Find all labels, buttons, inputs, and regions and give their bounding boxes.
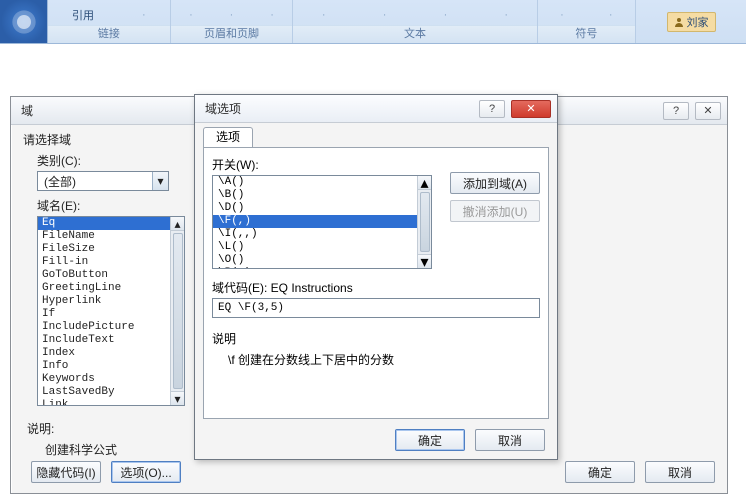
switches-scrollbar[interactable]: ▴ ▾ — [417, 176, 431, 268]
fieldname-scrollbar[interactable]: ▴ ▾ — [170, 217, 184, 405]
fieldcode-label: 域代码(E): EQ Instructions — [212, 279, 540, 296]
undo-add-button: 撤消添加(U) — [450, 200, 540, 222]
fieldname-item[interactable]: FileSize — [38, 243, 170, 256]
add-to-field-button[interactable]: 添加到域(A) — [450, 172, 540, 194]
ribbon-group-label: 文本 — [293, 25, 536, 43]
switch-item[interactable]: \B() — [213, 189, 417, 202]
fieldname-item[interactable]: GoToButton — [38, 269, 170, 282]
fieldname-item[interactable]: If — [38, 308, 170, 321]
ribbon-placeholder: · — [504, 9, 508, 21]
ok-button[interactable]: 确定 — [565, 461, 635, 483]
ribbon-group-headerfooter: · · · 页眉和页脚 — [171, 0, 294, 43]
scroll-down-arrow[interactable]: ▾ — [418, 254, 431, 268]
user-name: 刘家 — [687, 14, 709, 30]
ribbon-user: 刘家 — [636, 0, 746, 43]
fieldname-item[interactable]: Eq — [38, 217, 170, 230]
close-button[interactable]: ✕ — [695, 102, 721, 120]
category-value: (全部) — [38, 173, 152, 190]
scroll-down-arrow[interactable]: ▾ — [171, 391, 184, 405]
fieldname-item[interactable]: Keywords — [38, 373, 170, 386]
fieldname-item[interactable]: FileName — [38, 230, 170, 243]
switch-item[interactable]: \R(,) — [213, 267, 417, 269]
ribbon-group-label: 页眉和页脚 — [171, 25, 293, 43]
close-icon: ✕ — [703, 104, 712, 117]
switch-item[interactable]: \D() — [213, 202, 417, 215]
hide-code-button[interactable]: 隐藏代码(I) — [31, 461, 101, 483]
switch-item[interactable]: \A() — [213, 176, 417, 189]
help-icon: ? — [489, 103, 495, 115]
combo-arrow[interactable]: ▾ — [152, 172, 168, 190]
ribbon-placeholder: · — [142, 9, 146, 21]
options-desc-label: 说明 — [212, 330, 540, 347]
ribbon-placeholder: · — [444, 9, 448, 21]
fieldname-item[interactable]: IncludeText — [38, 334, 170, 347]
tab-row: 选项 — [195, 123, 557, 147]
ribbon-placeholder: · — [609, 9, 613, 21]
fieldname-item[interactable]: GreetingLine — [38, 282, 170, 295]
field-options-titlebar[interactable]: 域选项 ? ✕ — [195, 95, 557, 123]
switches-label: 开关(W): — [212, 156, 540, 173]
scroll-up-arrow[interactable]: ▴ — [418, 176, 431, 190]
ribbon-placeholder: · — [322, 9, 326, 21]
help-button[interactable]: ? — [663, 102, 689, 120]
switches-listbox[interactable]: \A() \B() \D() \F(,) \I(,,) \L() \O() \R… — [212, 175, 432, 269]
ribbon-group-links: 引用 · 链接 — [48, 0, 171, 43]
chevron-down-icon: ▾ — [174, 392, 180, 406]
chevron-up-icon: ▴ — [420, 175, 428, 193]
user-icon — [674, 17, 684, 27]
ribbon-group-text: · · · · 文本 — [293, 0, 537, 43]
scroll-thumb[interactable] — [173, 233, 183, 389]
switch-item[interactable]: \O() — [213, 254, 417, 267]
cancel-button[interactable]: 取消 — [475, 429, 545, 451]
fieldname-item[interactable]: Hyperlink — [38, 295, 170, 308]
options-button[interactable]: 选项(O)... — [111, 461, 181, 483]
switch-item[interactable]: \I(,,) — [213, 228, 417, 241]
fieldname-item[interactable]: Fill-in — [38, 256, 170, 269]
fieldname-listbox[interactable]: Eq FileName FileSize Fill-in GoToButton … — [37, 216, 185, 406]
fieldname-item[interactable]: Index — [38, 347, 170, 360]
field-dialog-title: 域 — [21, 102, 33, 119]
user-badge[interactable]: 刘家 — [667, 12, 716, 32]
fieldcode-input[interactable] — [212, 298, 540, 318]
tab-pane: 开关(W): \A() \B() \D() \F(,) \I(,,) \L() … — [203, 147, 549, 419]
close-icon: ✕ — [526, 102, 535, 115]
ribbon-placeholder: · — [230, 9, 234, 21]
fieldname-items: Eq FileName FileSize Fill-in GoToButton … — [38, 217, 170, 405]
switch-item[interactable]: \F(,) — [213, 215, 417, 228]
ribbon-item[interactable]: 引用 — [72, 7, 94, 23]
ribbon-placeholder: · — [560, 9, 564, 21]
help-icon: ? — [673, 105, 679, 117]
office-button[interactable] — [0, 0, 48, 43]
ribbon-placeholder: · — [270, 9, 274, 21]
fieldname-item[interactable]: LastSavedBy — [38, 386, 170, 399]
tab-options[interactable]: 选项 — [203, 127, 253, 147]
ribbon-group-label: 链接 — [48, 25, 170, 43]
scroll-thumb[interactable] — [420, 192, 430, 252]
switch-item[interactable]: \L() — [213, 241, 417, 254]
ribbon-group-label: 符号 — [538, 25, 635, 43]
chevron-down-icon: ▾ — [151, 174, 169, 188]
workspace: 域 ? ✕ 请选择域 类别(C): (全部) ▾ 域名(E): Eq FileN… — [0, 44, 746, 502]
ribbon-placeholder: · — [383, 9, 387, 21]
field-options-dialog: 域选项 ? ✕ 选项 开关(W): \A() \B() \D() \F(,) \… — [194, 94, 558, 460]
field-options-title: 域选项 — [205, 100, 241, 117]
ribbon-placeholder: · — [189, 9, 193, 21]
chevron-up-icon: ▴ — [174, 217, 180, 231]
office-icon — [10, 8, 38, 36]
help-button[interactable]: ? — [479, 100, 505, 118]
chevron-down-icon: ▾ — [420, 252, 428, 270]
ribbon-group-symbols: · · 符号 — [538, 0, 636, 43]
scroll-up-arrow[interactable]: ▴ — [171, 217, 184, 231]
category-combo[interactable]: (全部) ▾ — [37, 171, 169, 191]
fieldname-item[interactable]: Info — [38, 360, 170, 373]
options-desc-text: \f 创建在分数线上下居中的分数 — [228, 351, 540, 368]
cancel-button[interactable]: 取消 — [645, 461, 715, 483]
fieldname-item[interactable]: IncludePicture — [38, 321, 170, 334]
fieldname-item[interactable]: Link — [38, 399, 170, 405]
ok-button[interactable]: 确定 — [395, 429, 465, 451]
close-button[interactable]: ✕ — [511, 100, 551, 118]
ribbon: 引用 · 链接 · · · 页眉和页脚 · · · · 文本 · · 符号 刘家 — [0, 0, 746, 44]
